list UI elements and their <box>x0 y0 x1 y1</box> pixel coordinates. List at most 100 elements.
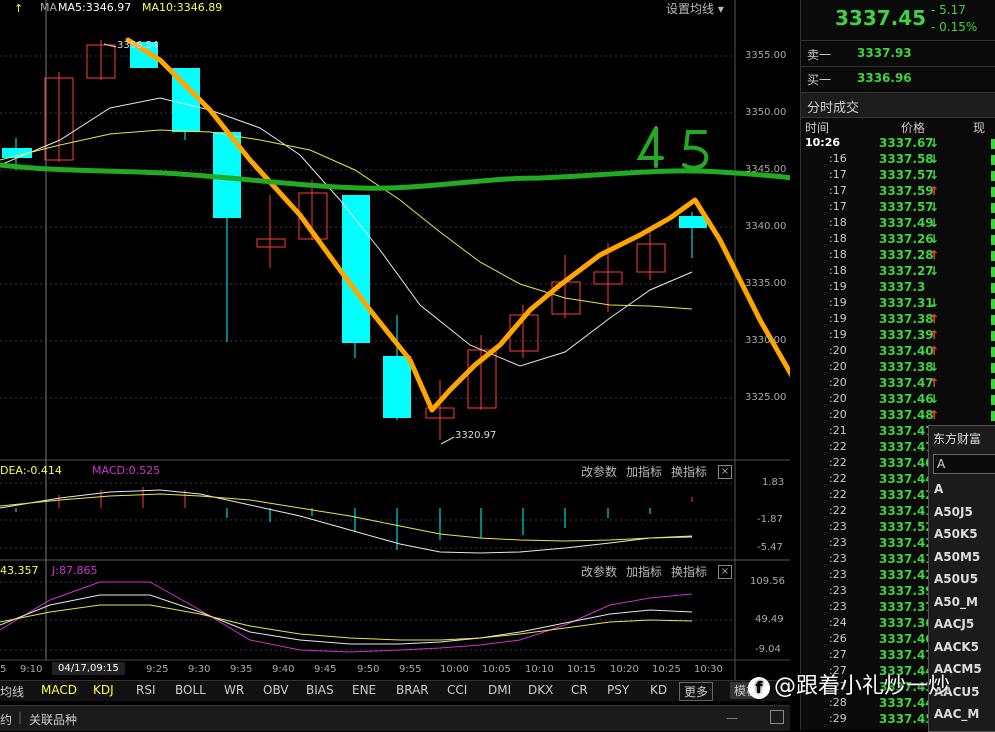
kdj-switch-indicator-button[interactable]: 换指标 <box>671 563 707 580</box>
macd-switch-indicator-button[interactable]: 换指标 <box>671 463 707 480</box>
tab-cr[interactable]: CR <box>571 683 588 697</box>
dropdown-item[interactable]: A50M5 <box>934 550 980 564</box>
price-axis-label: 3345.00 <box>745 164 787 175</box>
arrow-up-icon: ↑ <box>929 312 940 326</box>
tab-dkx[interactable]: DKX <box>528 683 553 697</box>
tick-time: :22 <box>829 488 847 501</box>
tab-brar[interactable]: BRAR <box>396 683 429 697</box>
tab-boll[interactable]: BOLL <box>175 683 206 697</box>
minimize-icon[interactable]: — <box>726 711 738 725</box>
symbol-search-input[interactable]: A <box>933 454 995 474</box>
tick-volume-marker <box>991 139 995 149</box>
arrow-down-icon: ↓ <box>929 264 940 278</box>
tick-time: :27 <box>829 648 847 661</box>
tab-bias[interactable]: BIAS <box>306 683 334 697</box>
ticks-title-bar[interactable]: 分时成交 <box>801 92 995 118</box>
ma5-value: MA5:3346.97 <box>58 1 132 14</box>
kdj-change-params-button[interactable]: 改参数 <box>581 563 617 580</box>
dropdown-item[interactable]: AAC_M <box>934 707 979 721</box>
price-axis-label: 3350.00 <box>745 107 787 118</box>
tick-time: :23 <box>829 552 847 565</box>
kline-chart-area[interactable]: ↑ MA MA5:3346.97 MA10:3346.89 设置均线 ▾ 335… <box>0 0 790 730</box>
tick-row: :20 3337.38 ↓ <box>801 360 995 376</box>
indicator-tab-bar: 均线 MACD KDJ RSI BOLL WR OBV BIAS ENE BRA… <box>0 680 790 701</box>
arrow-down-icon: ↓ <box>929 152 940 166</box>
tick-price: 3337.47 <box>879 648 934 662</box>
tab-macd[interactable]: MACD <box>41 683 77 697</box>
ticks-header-price: 价格 <box>901 121 926 135</box>
macd-axis-label: -5.47 <box>757 542 783 553</box>
tick-volume-marker <box>991 171 995 181</box>
tick-price: 3337.47 <box>879 440 934 454</box>
macd-close-icon[interactable]: × <box>718 465 732 479</box>
kline-chart-svg[interactable] <box>0 0 790 730</box>
kdj-add-indicator-button[interactable]: 加指标 <box>626 563 662 580</box>
ma-settings-button[interactable]: 设置均线 ▾ <box>666 0 724 17</box>
tab-obv[interactable]: OBV <box>263 683 289 697</box>
dropdown-item[interactable]: A50K5 <box>934 527 978 541</box>
time-axis-label: 9:10 <box>20 664 43 675</box>
tick-volume-marker <box>991 155 995 165</box>
bottom-bar: 约 | 关联品种 — <box>0 705 790 731</box>
dropdown-item[interactable]: AACK5 <box>934 640 979 654</box>
tick-price: 3337.57 <box>879 200 934 214</box>
ticks-header-time: 时间 <box>805 121 830 135</box>
kdj-d-value: 43.357 <box>0 564 39 577</box>
low-price-annotation: 3320.97 <box>455 430 497 441</box>
dropdown-item[interactable]: A <box>934 482 943 496</box>
last-price: 3337.45 <box>835 6 927 30</box>
tick-row: :19 3337.38 ↑ <box>801 312 995 328</box>
more-indicators-button[interactable]: 更多 <box>679 682 714 701</box>
dropdown-item[interactable]: A50J5 <box>934 505 973 519</box>
tick-time: :17 <box>829 168 847 181</box>
tick-time: :20 <box>829 376 847 389</box>
tab-ma[interactable]: 均线 <box>0 683 24 700</box>
tab-psy[interactable]: PSY <box>607 683 629 697</box>
time-axis-label: 9:50 <box>357 664 380 675</box>
tick-price: 3337.46 <box>879 392 934 406</box>
tick-price: 3337.38 <box>879 360 934 374</box>
price-axis-label: 3335.00 <box>745 278 787 289</box>
tab-wr[interactable]: WR <box>224 683 244 697</box>
arrow-down-icon: ↓ <box>929 360 940 374</box>
macd-add-indicator-button[interactable]: 加指标 <box>626 463 662 480</box>
tick-price: 3337.58 <box>879 152 934 166</box>
tab-kd[interactable]: KD <box>650 683 667 697</box>
tick-row: :18 3337.27 ↓ <box>801 264 995 280</box>
tick-price: 3337.27 <box>879 264 934 278</box>
tab-dmi[interactable]: DMI <box>488 683 511 697</box>
arrow-down-icon: ↓ <box>929 136 940 150</box>
tick-time: :20 <box>829 360 847 373</box>
dropdown-item[interactable]: AACJ5 <box>934 617 974 631</box>
tick-time: :18 <box>829 248 847 261</box>
tab-cci[interactable]: CCI <box>447 683 467 697</box>
tick-price: 3337.47 <box>879 376 934 390</box>
divider <box>801 66 995 67</box>
related-products-tab[interactable]: 关联品种 <box>29 711 77 728</box>
tick-row: :17 3337.57 ↓ <box>801 200 995 216</box>
high-price-annotation: 3356.54 <box>117 40 159 51</box>
tick-time: :20 <box>829 408 847 421</box>
arrow-up-icon: ↑ <box>929 408 940 422</box>
restore-icon[interactable] <box>770 710 784 724</box>
tick-volume-marker <box>991 235 995 245</box>
tab-ene[interactable]: ENE <box>352 683 376 697</box>
ask-price: 3337.93 <box>857 46 912 60</box>
tab-kdj[interactable]: KDJ <box>93 683 114 697</box>
time-axis-label: 10:05 <box>482 664 511 675</box>
macd-axis-label: 1.83 <box>762 477 785 488</box>
tick-volume-marker <box>991 251 995 261</box>
tick-row: :18 3337.28 ↑ <box>801 248 995 264</box>
kdj-close-icon[interactable]: × <box>718 565 732 579</box>
tick-volume-marker <box>991 219 995 229</box>
tab-rsi[interactable]: RSI <box>136 683 156 697</box>
kdj-axis-label: 109.56 <box>750 576 785 587</box>
tick-row: :19 3337.39 ↑ <box>801 328 995 344</box>
dropdown-item[interactable]: A50U5 <box>934 572 978 586</box>
dropdown-item[interactable]: A50_M <box>934 595 978 609</box>
divider <box>801 40 995 41</box>
macd-change-params-button[interactable]: 改参数 <box>581 463 617 480</box>
ma-label: MA <box>40 1 58 14</box>
tick-volume-marker <box>991 379 995 389</box>
ma-settings-label: 设置均线 <box>666 2 715 16</box>
